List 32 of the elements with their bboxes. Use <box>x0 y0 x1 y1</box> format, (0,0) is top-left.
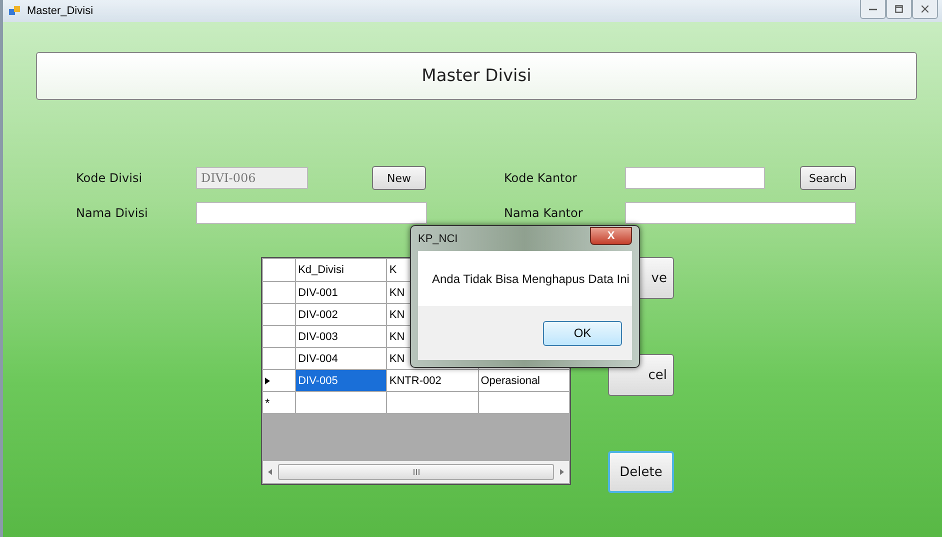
scroll-thumb[interactable] <box>278 464 554 480</box>
text-field[interactable] <box>196 202 427 224</box>
action-button[interactable]: Delete <box>608 451 674 493</box>
table-cell[interactable]: DIV-004 <box>296 348 387 370</box>
scroll-right-icon[interactable] <box>560 469 564 475</box>
window-title: Master_Divisi <box>27 5 94 17</box>
table-cell[interactable]: DIV-003 <box>296 326 387 348</box>
new-row-marker: * <box>265 396 270 410</box>
minimize-icon <box>868 8 878 10</box>
table-cell[interactable]: DIV-001 <box>296 282 387 304</box>
field-label: Kode Kantor <box>504 171 578 185</box>
maximize-button[interactable] <box>886 0 912 19</box>
grip-icon <box>412 469 420 475</box>
app-icon <box>9 5 21 17</box>
table-cell[interactable]: DIV-002 <box>296 304 387 326</box>
close-button[interactable] <box>912 0 938 19</box>
table-cell[interactable]: KNTR-002 <box>386 370 478 392</box>
field-label: Kode Divisi <box>76 171 144 185</box>
dialog-title: KP_NCI <box>418 232 458 244</box>
field-label: Nama Divisi <box>76 206 149 220</box>
field-label: Nama Kantor <box>504 206 584 220</box>
column-header[interactable]: Kd_Divisi <box>296 258 387 282</box>
ok-button[interactable]: OK <box>543 320 622 346</box>
table-cell[interactable]: Operasional <box>478 370 570 392</box>
horizontal-scrollbar[interactable] <box>263 461 569 483</box>
header-title: Master Divisi <box>36 52 917 100</box>
scroll-left-icon[interactable] <box>268 469 272 475</box>
text-field[interactable] <box>625 202 856 224</box>
text-field[interactable] <box>625 167 765 189</box>
maximize-icon <box>894 4 904 14</box>
table-cell[interactable]: DIV-005 <box>296 370 387 392</box>
close-icon <box>920 4 930 14</box>
